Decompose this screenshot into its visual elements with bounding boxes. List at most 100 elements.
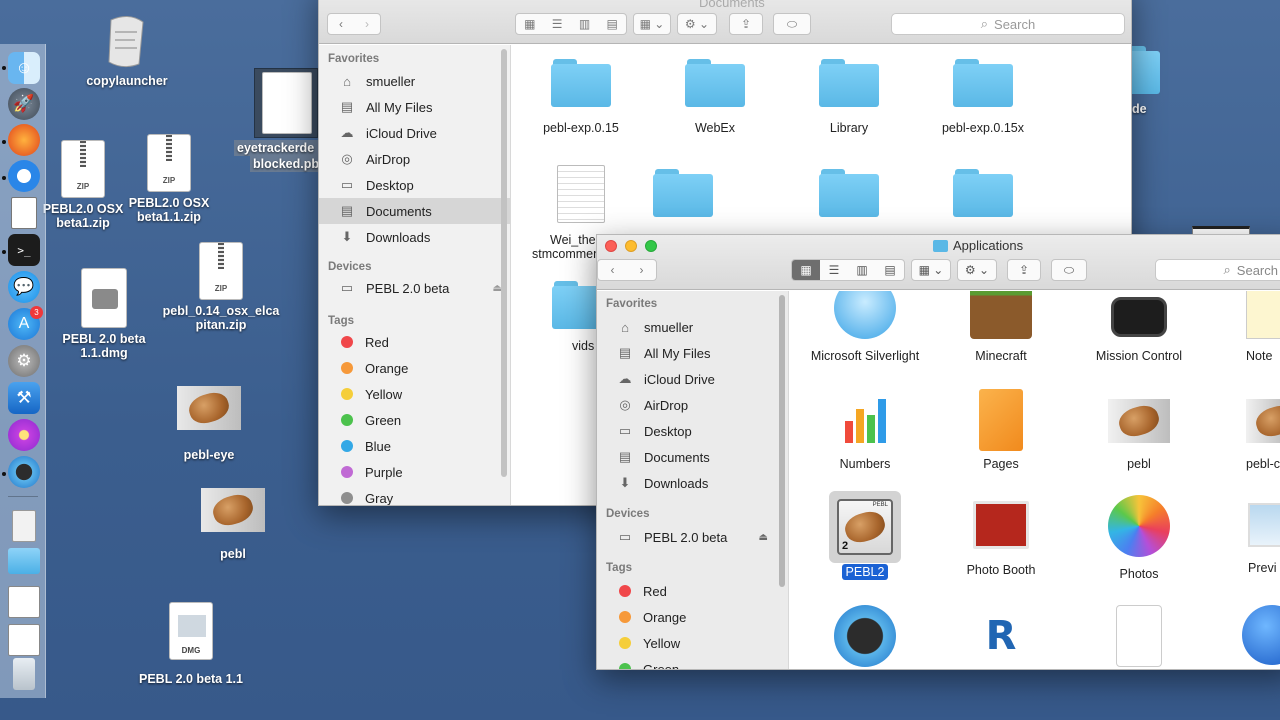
quicktime-icon[interactable] [8,456,40,488]
action-button[interactable]: ⚙ ⌄ [957,259,997,281]
sidebar-item-downloads[interactable]: ⬇ Downloads [597,470,788,496]
stack-icon[interactable] [8,586,40,618]
sidebar-tag-yellow[interactable]: Yellow [319,381,510,407]
safari-icon[interactable] [8,160,40,192]
file-item[interactable]: Library [784,59,914,135]
eject-icon[interactable]: ⏏ [759,532,768,543]
file-item[interactable]: WebEx [650,59,780,135]
zoom-icon[interactable] [645,240,657,252]
folder-icon[interactable] [8,548,40,574]
app-item[interactable]: Pages [936,389,1066,471]
desktop-item-pebl-zip-2[interactable]: ZIP PEBL2.0 OSX beta1.1.zip [104,134,234,224]
sidebar-item-pebl-device[interactable]: ▭ PEBL 2.0 beta ⏏ [319,275,510,301]
app-item[interactable]: Numbers [800,389,930,471]
file-item[interactable] [618,169,748,217]
app-item[interactable]: R [936,605,1066,667]
finder-icon[interactable]: ☺ [8,52,40,84]
forward-icon[interactable]: › [640,263,644,277]
sidebar-item-icloud-drive[interactable]: ☁ iCloud Drive [319,120,510,146]
sidebar-item-documents[interactable]: ▤ Documents [319,198,510,224]
sidebar-item-pebl-device[interactable]: ▭ PEBL 2.0 beta ⏏ [597,524,788,550]
desktop-item-pebl-014-zip[interactable]: ZIP pebl_0.14_osx_elca pitan.zip [156,242,286,332]
icon-view-icon[interactable]: ▦ [792,260,820,280]
app-item[interactable]: Photo Booth [936,495,1066,577]
list-view-icon[interactable]: ☰ [820,260,848,280]
app-item[interactable]: Minecraft [936,291,1066,363]
app-item[interactable]: pebl [1074,389,1204,471]
desktop-item-copylauncher[interactable]: copylauncher [62,12,192,88]
app-item[interactable]: pebl-c [1208,389,1280,471]
minimize-icon[interactable] [625,240,637,252]
finder-window-applications[interactable]: Applications ‹ › ▦ ☰ ▥ ▤ ▦ ⌄ ⚙ ⌄ ⇪ ⬭ ⌕ Sea… [596,234,1280,670]
sidebar-tag-yellow[interactable]: Yellow [597,630,788,656]
file-item[interactable] [918,169,1048,217]
sidebar-tag-green[interactable]: Green [597,656,788,669]
tag-button[interactable]: ⬭ [773,13,811,35]
view-mode-buttons[interactable]: ▦ ☰ ▥ ▤ [515,13,627,35]
sidebar-tag-red[interactable]: Red [597,578,788,604]
sidebar-item-all-my-files[interactable]: ▤ All My Files [597,340,788,366]
sidebar-item-airdrop[interactable]: ◎ AirDrop [319,146,510,172]
sidebar-scrollbar[interactable] [779,295,785,587]
app-item[interactable]: Microsoft Silverlight [800,291,930,363]
sidebar-item-desktop[interactable]: ▭ Desktop [319,172,510,198]
arrange-button[interactable]: ▦ ⌄ [911,259,951,281]
sidebar-scrollbar[interactable] [501,49,507,477]
terminal-icon[interactable]: >_ [8,234,40,266]
trash-icon[interactable] [13,658,35,690]
back-forward-buttons[interactable]: ‹ › [327,13,381,35]
action-button[interactable]: ⚙ ⌄ [677,13,717,35]
archive-icon[interactable] [12,510,36,542]
document-icon[interactable] [11,197,37,229]
file-item[interactable] [784,169,914,217]
file-item[interactable]: pebl-exp.0.15x [918,59,1048,135]
sidebar-item-desktop[interactable]: ▭ Desktop [597,418,788,444]
sidebar-tag-blue[interactable]: Blue [319,433,510,459]
column-view-icon[interactable]: ▥ [579,17,590,31]
sidebar-tag-gray[interactable]: Gray [319,485,510,505]
sidebar-tag-orange[interactable]: Orange [319,355,510,381]
launchpad-icon[interactable]: 🚀 [8,88,40,120]
desktop-item-pebl[interactable]: pebl [168,488,298,561]
share-button[interactable]: ⇪ [1007,259,1041,281]
forward-icon[interactable]: › [365,17,369,31]
share-button[interactable]: ⇪ [729,13,763,35]
app-item[interactable]: Note [1208,291,1280,363]
app-item[interactable] [1208,605,1280,665]
desktop-item-pebl-dmg-folder[interactable]: DMG PEBL 2.0 beta 1.1 [126,602,256,686]
sidebar-item-smueller[interactable]: ⌂ smueller [319,68,510,94]
sidebar-item-downloads[interactable]: ⬇ Downloads [319,224,510,250]
back-forward-buttons[interactable]: ‹ › [597,259,657,281]
system-preferences-icon[interactable]: ⚙ [8,345,40,377]
sidebar-item-icloud-drive[interactable]: ☁ iCloud Drive [597,366,788,392]
flower-icon[interactable] [8,419,40,451]
sidebar-tag-red[interactable]: Red [319,329,510,355]
sidebar-item-documents[interactable]: ▤ Documents [597,444,788,470]
app-item[interactable]: Photos [1074,495,1204,581]
sidebar-item-airdrop[interactable]: ◎ AirDrop [597,392,788,418]
coverflow-view-icon[interactable]: ▤ [876,260,904,280]
stack-icon[interactable] [8,624,40,656]
app-item[interactable] [1074,605,1204,667]
sidebar-tag-orange[interactable]: Orange [597,604,788,630]
search-field[interactable]: ⌕ Search [891,13,1125,35]
firefox-icon[interactable] [8,124,40,156]
xcode-icon[interactable]: ⚒ [8,382,40,414]
messages-icon[interactable]: 💬 [8,271,40,303]
coverflow-view-icon[interactable]: ▤ [606,17,617,31]
back-icon[interactable]: ‹ [339,17,343,31]
icon-view-icon[interactable]: ▦ [524,17,535,31]
arrange-button[interactable]: ▦ ⌄ [633,13,671,35]
sidebar-tag-purple[interactable]: Purple [319,459,510,485]
file-item[interactable]: pebl-exp.0.15 [516,59,646,135]
tag-button[interactable]: ⬭ [1051,259,1087,281]
column-view-icon[interactable]: ▥ [848,260,876,280]
app-item[interactable] [800,605,930,667]
search-field[interactable]: ⌕ Search [1155,259,1280,281]
desktop-item-pebl-dmg[interactable]: PEBL 2.0 beta 1.1.dmg [39,268,169,360]
list-view-icon[interactable]: ☰ [552,17,563,31]
app-item[interactable]: Previ [1208,495,1280,575]
desktop-item-pebl-eye[interactable]: pebl-eye [144,386,274,462]
app-item[interactable]: 2 PEBL PEBL2 [800,491,930,580]
close-icon[interactable] [605,240,617,252]
